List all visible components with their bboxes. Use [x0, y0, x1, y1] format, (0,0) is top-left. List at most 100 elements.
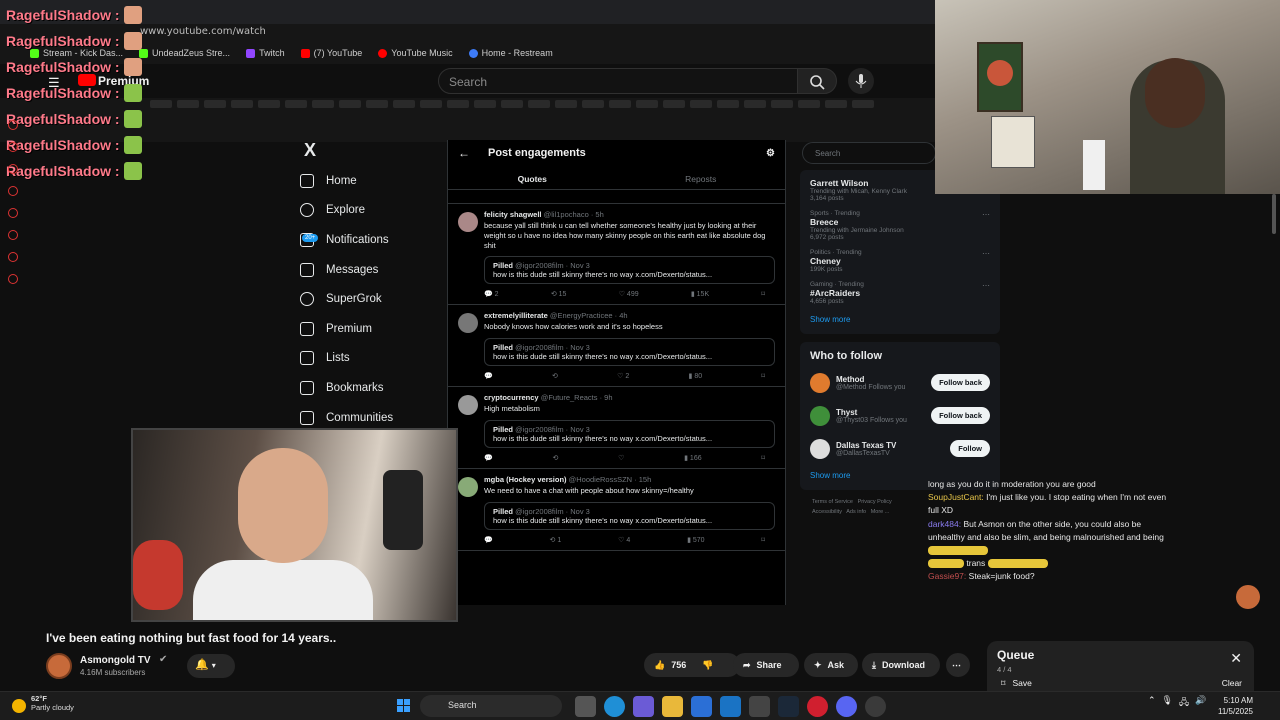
opera-icon[interactable]	[807, 696, 828, 717]
nav-premium[interactable]: Premium	[300, 314, 447, 344]
follow-suggestion[interactable]: Thyst @Thyst03 Follows you Follow back	[810, 399, 990, 432]
nav-notifications[interactable]: Notifications	[300, 225, 447, 255]
footer-link[interactable]: More ...	[871, 509, 890, 515]
like-icon[interactable]: ♡ 2	[617, 372, 629, 380]
repost-icon[interactable]: ⟲ 1	[550, 536, 562, 544]
nav-messages[interactable]: Messages	[300, 255, 447, 285]
youtube-search-input[interactable]: Search	[438, 68, 798, 94]
tab-reposts[interactable]: Reposts	[617, 166, 786, 189]
x-search-input[interactable]: Search	[802, 142, 936, 164]
channel-name[interactable]: Asmongold TV	[80, 655, 151, 666]
more-actions-button[interactable]: ⋯	[946, 653, 970, 677]
reply-icon[interactable]: 💬	[484, 454, 493, 462]
nav-home[interactable]: Home	[300, 166, 447, 196]
tweet[interactable]: felicity shagwell @lil1pochaco · 5h beca…	[448, 204, 785, 306]
footer-link[interactable]: Accessibility	[812, 509, 842, 515]
volume-icon[interactable]: 🔊	[1195, 695, 1206, 711]
sidebar-icon[interactable]	[8, 120, 18, 130]
filter-icon[interactable]: ⚙	[766, 148, 775, 159]
views-icon[interactable]: ▮ 15K	[691, 290, 709, 298]
bookmark-icon[interactable]: ⌑	[761, 290, 765, 298]
quoted-tweet[interactable]: Pilled @igor2008film · Nov 3 how is this…	[484, 419, 775, 448]
sidebar-icon[interactable]	[8, 164, 18, 174]
quoted-tweet[interactable]: Pilled @igor2008film · Nov 3 how is this…	[484, 501, 775, 530]
reply-icon[interactable]: 💬	[484, 372, 493, 380]
quoted-tweet[interactable]: Pilled @igor2008film · Nov 3 how is this…	[484, 338, 775, 366]
trend-item[interactable]: Gaming · Trending #ArcRaiders 4,656 post…	[810, 277, 990, 309]
task-view-icon[interactable]	[575, 696, 596, 717]
reply-icon[interactable]: 💬 2	[484, 290, 499, 298]
discord-icon[interactable]	[836, 696, 857, 717]
save-button[interactable]: ⌑ Save	[1001, 678, 1032, 689]
like-icon[interactable]: ♡ 4	[618, 536, 630, 544]
nav-supergrok[interactable]: SuperGrok	[300, 284, 447, 314]
more-icon[interactable]: ⋯	[982, 210, 990, 219]
follow-suggestion[interactable]: Method @Method Follows you Follow back	[810, 366, 990, 399]
follow-back-button[interactable]: Follow back	[931, 407, 990, 424]
footer-link[interactable]: Ads info	[846, 509, 866, 515]
clock[interactable]: 5:10 AM 11/5/2025	[1218, 695, 1253, 717]
ask-button[interactable]: ✦ Ask	[804, 653, 858, 677]
nav-lists[interactable]: Lists	[300, 344, 447, 374]
views-icon[interactable]: ▮ 570	[687, 536, 704, 544]
like-icon[interactable]: ♡ 499	[619, 290, 639, 298]
steam-icon[interactable]	[778, 696, 799, 717]
show-more-link[interactable]: Show more	[810, 309, 990, 330]
like-icon[interactable]: ♡	[618, 454, 624, 462]
chevron-up-icon[interactable]: ⌃	[1148, 695, 1156, 711]
tweet[interactable]: cryptocurrency @Future_Reacts · 9h High …	[448, 387, 785, 469]
bookmark-icon[interactable]: ⌑	[761, 536, 765, 544]
scrollbar[interactable]	[1272, 194, 1276, 234]
repost-icon[interactable]: ⟲ 15	[551, 290, 567, 298]
more-icon[interactable]: ⋯	[982, 281, 990, 290]
tab-quotes[interactable]: Quotes	[448, 166, 617, 189]
trend-item[interactable]: Politics · Trending Cheney 199K posts ⋯	[810, 245, 990, 277]
search-button[interactable]	[797, 68, 837, 94]
footer-link[interactable]: Privacy Policy	[858, 499, 892, 505]
taskbar-search[interactable]: Search	[420, 695, 562, 717]
file-explorer-icon[interactable]	[662, 696, 683, 717]
edge-icon[interactable]	[604, 696, 625, 717]
nav-bookmarks[interactable]: Bookmarks	[300, 373, 447, 403]
tweet[interactable]: mgba (Hockey version) @HoodieRossSZN · 1…	[448, 469, 785, 551]
more-icon[interactable]: ⋯	[982, 249, 990, 258]
sidebar-icon[interactable]	[8, 208, 18, 218]
footer-link[interactable]: Terms of Service	[812, 499, 853, 505]
follow-back-button[interactable]: Follow back	[931, 374, 990, 391]
store-icon[interactable]	[691, 696, 712, 717]
bookmark-icon[interactable]: ⌑	[761, 454, 765, 462]
mic-icon[interactable]	[848, 68, 874, 94]
windows-start-icon[interactable]	[397, 699, 411, 713]
sidebar-icon[interactable]	[8, 142, 18, 152]
avatar[interactable]	[1236, 585, 1260, 609]
sidebar-icon[interactable]	[8, 252, 18, 262]
subscribe-bell-button[interactable]: 🔔 ▾	[187, 654, 235, 678]
views-icon[interactable]: ▮ 166	[684, 454, 701, 462]
channel-avatar[interactable]	[46, 653, 72, 679]
mic-icon[interactable]: 🎙	[1162, 695, 1173, 711]
x-logo[interactable]: X	[300, 140, 447, 166]
follow-button[interactable]: Follow	[950, 440, 990, 457]
bookmark-item[interactable]: Home - Restream	[468, 48, 553, 58]
quoted-tweet[interactable]: Pilled @igor2008film · Nov 3 how is this…	[484, 256, 775, 285]
copilot-icon[interactable]	[633, 696, 654, 717]
repost-icon[interactable]: ⟲	[552, 454, 558, 462]
share-button[interactable]: ➦ Share	[733, 653, 799, 677]
like-button[interactable]: 👍 756 👎	[644, 653, 740, 677]
reply-icon[interactable]: 💬	[484, 536, 493, 544]
bookmark-item[interactable]: YouTube Music	[378, 48, 453, 58]
sidebar-icon[interactable]	[8, 230, 18, 240]
clear-button[interactable]: Clear	[1222, 678, 1242, 688]
outlook-icon[interactable]	[720, 696, 741, 717]
chrome-icon[interactable]	[865, 696, 886, 717]
bookmark-icon[interactable]: ⌑	[761, 372, 765, 380]
tweet[interactable]: extremelyilliterate @EnergyPracticee · 4…	[448, 305, 785, 387]
back-arrow-icon[interactable]: ←	[458, 146, 470, 160]
bookmark-item[interactable]: Twitch	[246, 48, 285, 58]
app-icon[interactable]	[749, 696, 770, 717]
nav-explore[interactable]: Explore	[300, 196, 447, 226]
follow-suggestion[interactable]: Dallas Texas TV @DallasTexasTV Follow	[810, 432, 990, 465]
close-icon[interactable]: ✕	[1230, 650, 1242, 667]
bookmark-item[interactable]: (7) YouTube	[300, 48, 362, 58]
sidebar-icon[interactable]	[8, 274, 18, 284]
